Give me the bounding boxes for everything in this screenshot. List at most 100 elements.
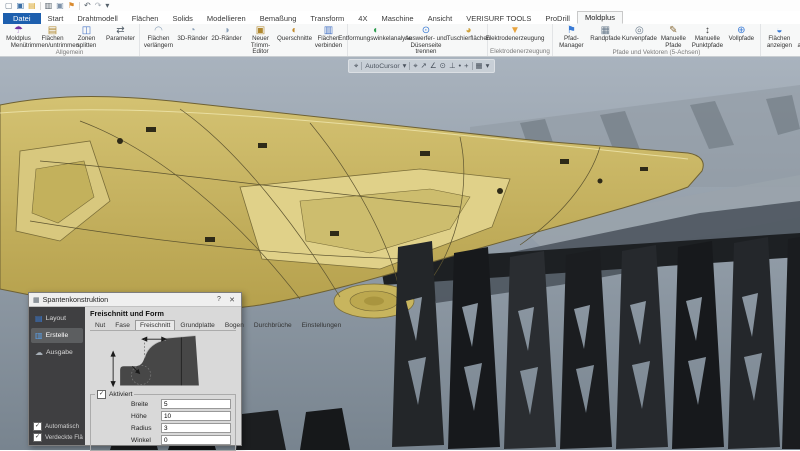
manuelle-pfade-button[interactable]: ✎ Manuelle Pfade <box>657 25 690 49</box>
spantenkonstruktion-dialog: ▦ Spantenkonstruktion ? ✕ ▤ Layout ▥ Ers… <box>28 292 242 446</box>
manuelle-punktpfade-button[interactable]: ↕ Manuelle Punktpfade <box>691 25 724 49</box>
winkel-input[interactable] <box>161 435 231 445</box>
chevron-down-icon[interactable]: ▾ <box>486 61 490 71</box>
tab-transform[interactable]: Transform <box>303 13 351 24</box>
button-label: Manuelle Punktpfade <box>691 36 724 49</box>
flaechen-trimmen-button[interactable]: ▤ Flächen trimmen/untrimmen <box>36 25 69 49</box>
gnomon-icon[interactable]: ⌖ <box>354 61 358 71</box>
tab-start[interactable]: Start <box>41 13 71 24</box>
tab-flaechen[interactable]: Flächen <box>125 13 166 24</box>
aktiviert-checkbox-row[interactable]: ✓ Aktiviert <box>95 390 134 399</box>
button-label: Manuelle Pfade <box>657 36 690 49</box>
save-icon[interactable]: ▣ <box>17 0 25 11</box>
button-label: 2D-Ränder <box>211 36 241 43</box>
ribbon-group-formtrennung: ◖ Entformungswinkelanalyse ⊙ Auswerfer- … <box>348 24 488 56</box>
checkbox-icon[interactable]: ✓ <box>33 433 42 442</box>
tab-verisurf-tools[interactable]: VERISURF TOOLS <box>459 13 538 24</box>
dialog-icon: ▦ <box>33 296 40 304</box>
angle-snap-icon[interactable]: ∠ <box>430 61 437 71</box>
ribbon-group-elektrodenerzeugung: ▼ Elektrodenerzeugung Elektrodenerzeugun… <box>488 24 553 56</box>
center-snap-icon[interactable]: ⊙ <box>440 61 446 71</box>
winkel-label: Winkel <box>131 437 157 444</box>
checkbox-icon[interactable]: ✓ <box>33 422 42 431</box>
dialog-titlebar[interactable]: ▦ Spantenkonstruktion ? ✕ <box>29 293 241 307</box>
point-snap-icon[interactable]: • <box>459 61 462 71</box>
arrow-snap-icon[interactable]: ↗ <box>421 61 427 71</box>
dialog-tab-freischnitt[interactable]: Freischnitt <box>135 320 175 330</box>
print-icon[interactable]: ▥ <box>45 0 53 11</box>
tab-solids[interactable]: Solids <box>165 13 199 24</box>
undo-icon[interactable]: ↶ <box>84 0 91 11</box>
flaechen-anzeigen-button[interactable]: ◒ Flächen anzeigen <box>763 25 796 49</box>
3d-raender-button[interactable]: ◔ 3D-Ränder <box>176 25 209 43</box>
breite-input[interactable] <box>161 399 231 409</box>
close-button[interactable]: ✕ <box>227 296 237 304</box>
button-label: 3D-Ränder <box>177 36 207 43</box>
checkbox-label: Verdeckte Flä <box>45 434 83 441</box>
automatisch-checkbox-row[interactable]: ✓ Automatisch <box>33 422 83 431</box>
tab-drahtmodell[interactable]: Drahtmodell <box>70 13 124 24</box>
dialog-tab-bogen[interactable]: Bogen <box>220 320 249 330</box>
sidebar-item-layout[interactable]: ▤ Layout <box>31 311 83 326</box>
2d-raender-button[interactable]: ◑ 2D-Ränder <box>210 25 243 43</box>
button-label: Tuschierflächen <box>447 36 490 43</box>
randpfade-button[interactable]: ▦ Randpfade <box>589 25 622 43</box>
dialog-tab-durchbrueche[interactable]: Durchbrüche <box>249 320 297 330</box>
checkbox-label: Automatisch <box>45 423 79 430</box>
zonen-splitten-button[interactable]: ◫ Zonen splitten <box>70 25 103 49</box>
kurvenpfade-button[interactable]: ◎ Kurvenpfade <box>623 25 656 43</box>
gnomon-snap-icon[interactable]: ⌖ <box>413 61 417 71</box>
tab-maschine[interactable]: Maschine <box>374 13 420 24</box>
parameter-button[interactable]: ⇄ Parameter <box>104 25 137 43</box>
button-label: Randpfade <box>590 36 620 43</box>
open-folder-icon[interactable]: ▤ <box>28 0 36 11</box>
tab-modellieren[interactable]: Modellieren <box>200 13 253 24</box>
checkbox-icon[interactable]: ✓ <box>97 390 106 399</box>
pfad-manager-button[interactable]: ⚑ Pfad-Manager <box>555 25 588 49</box>
dialog-tab-einstellungen[interactable]: Einstellungen <box>297 320 347 330</box>
radius-input[interactable] <box>161 423 231 433</box>
grid-snap-icon[interactable]: ▦ <box>476 61 483 71</box>
customize-dropdown-icon[interactable]: ▾ <box>105 0 109 11</box>
quick-access-toolbar: ▢ ▣ ▤ ▥ ▣ ⚑ ↶ ↷ ▾ <box>0 0 800 11</box>
auswerfer-duesenseite-button[interactable]: ⊙ Auswerfer- und Düsenseite trennen <box>401 25 451 56</box>
entformungswinkelanalyse-button[interactable]: ◖ Entformungswinkelanalyse <box>350 25 400 43</box>
tab-moldplus[interactable]: Moldplus <box>577 11 623 24</box>
tab-datei[interactable]: Datei <box>3 13 41 24</box>
chevron-down-icon[interactable]: ▾ <box>403 61 407 71</box>
dialog-main: Freischnitt und Form Nut Fase Freischnit… <box>85 307 241 445</box>
sidebar-item-ausgabe[interactable]: ☁ Ausgabe <box>31 345 83 360</box>
save-all-icon[interactable]: ▣ <box>56 0 64 11</box>
redo-icon[interactable]: ↷ <box>95 0 102 11</box>
tab-bemassung[interactable]: Bemaßung <box>253 13 304 24</box>
intersection-snap-icon[interactable]: + <box>464 61 468 71</box>
tuschierflaechen-button[interactable]: ◕ Tuschierflächen <box>452 25 485 43</box>
vollpfade-button[interactable]: ⊕ Vollpfade <box>725 25 758 43</box>
verdeckte-checkbox-row[interactable]: ✓ Verdeckte Flä <box>33 433 83 442</box>
sidebar-item-label: Layout <box>46 315 66 322</box>
flag-icon[interactable]: ⚑ <box>68 0 75 11</box>
dialog-tab-nut[interactable]: Nut <box>90 320 110 330</box>
dialog-sidebar: ▤ Layout ▥ Erstelle ☁ Ausgabe ✓ Automati… <box>29 307 85 445</box>
neuer-trimm-editor-button[interactable]: ▣ Neuer Trimm-Editor <box>244 25 277 56</box>
hoehe-input[interactable] <box>161 411 231 421</box>
dialog-tab-grundplatte[interactable]: Grundplatte <box>175 320 219 330</box>
dialog-tab-fase[interactable]: Fase <box>110 320 135 330</box>
dialog-section-header: Freischnitt und Form <box>90 309 236 318</box>
group-label: Elektrodenerzeugung <box>490 48 550 56</box>
querschnitte-button[interactable]: ◐ Querschnitte <box>278 25 311 43</box>
new-file-icon[interactable]: ▢ <box>5 0 13 11</box>
tab-4x[interactable]: 4X <box>351 13 374 24</box>
sidebar-item-erstelle[interactable]: ▥ Erstelle <box>31 328 83 343</box>
divider <box>409 62 410 70</box>
ribbon-group-allgemein: ☂ Moldplus Menü ▤ Flächen trimmen/untrim… <box>0 24 140 56</box>
flaechen-verlaengern-button[interactable]: ◠ Flächen verlängern <box>142 25 175 49</box>
autocursor-dropdown[interactable]: AutoCursor <box>365 63 399 70</box>
tab-prodrill[interactable]: ProDrill <box>538 13 577 24</box>
tab-ansicht[interactable]: Ansicht <box>421 13 460 24</box>
perpendicular-snap-icon[interactable]: ⊥ <box>449 61 456 71</box>
ribbon-group-pfade-vektoren: ⚑ Pfad-Manager ▦ Randpfade ◎ Kurvenpfade… <box>553 24 761 56</box>
help-button[interactable]: ? <box>214 296 224 303</box>
elektrodenerzeugung-button[interactable]: ▼ Elektrodenerzeugung <box>490 25 540 43</box>
layout-folder-icon: ▤ <box>35 314 43 323</box>
